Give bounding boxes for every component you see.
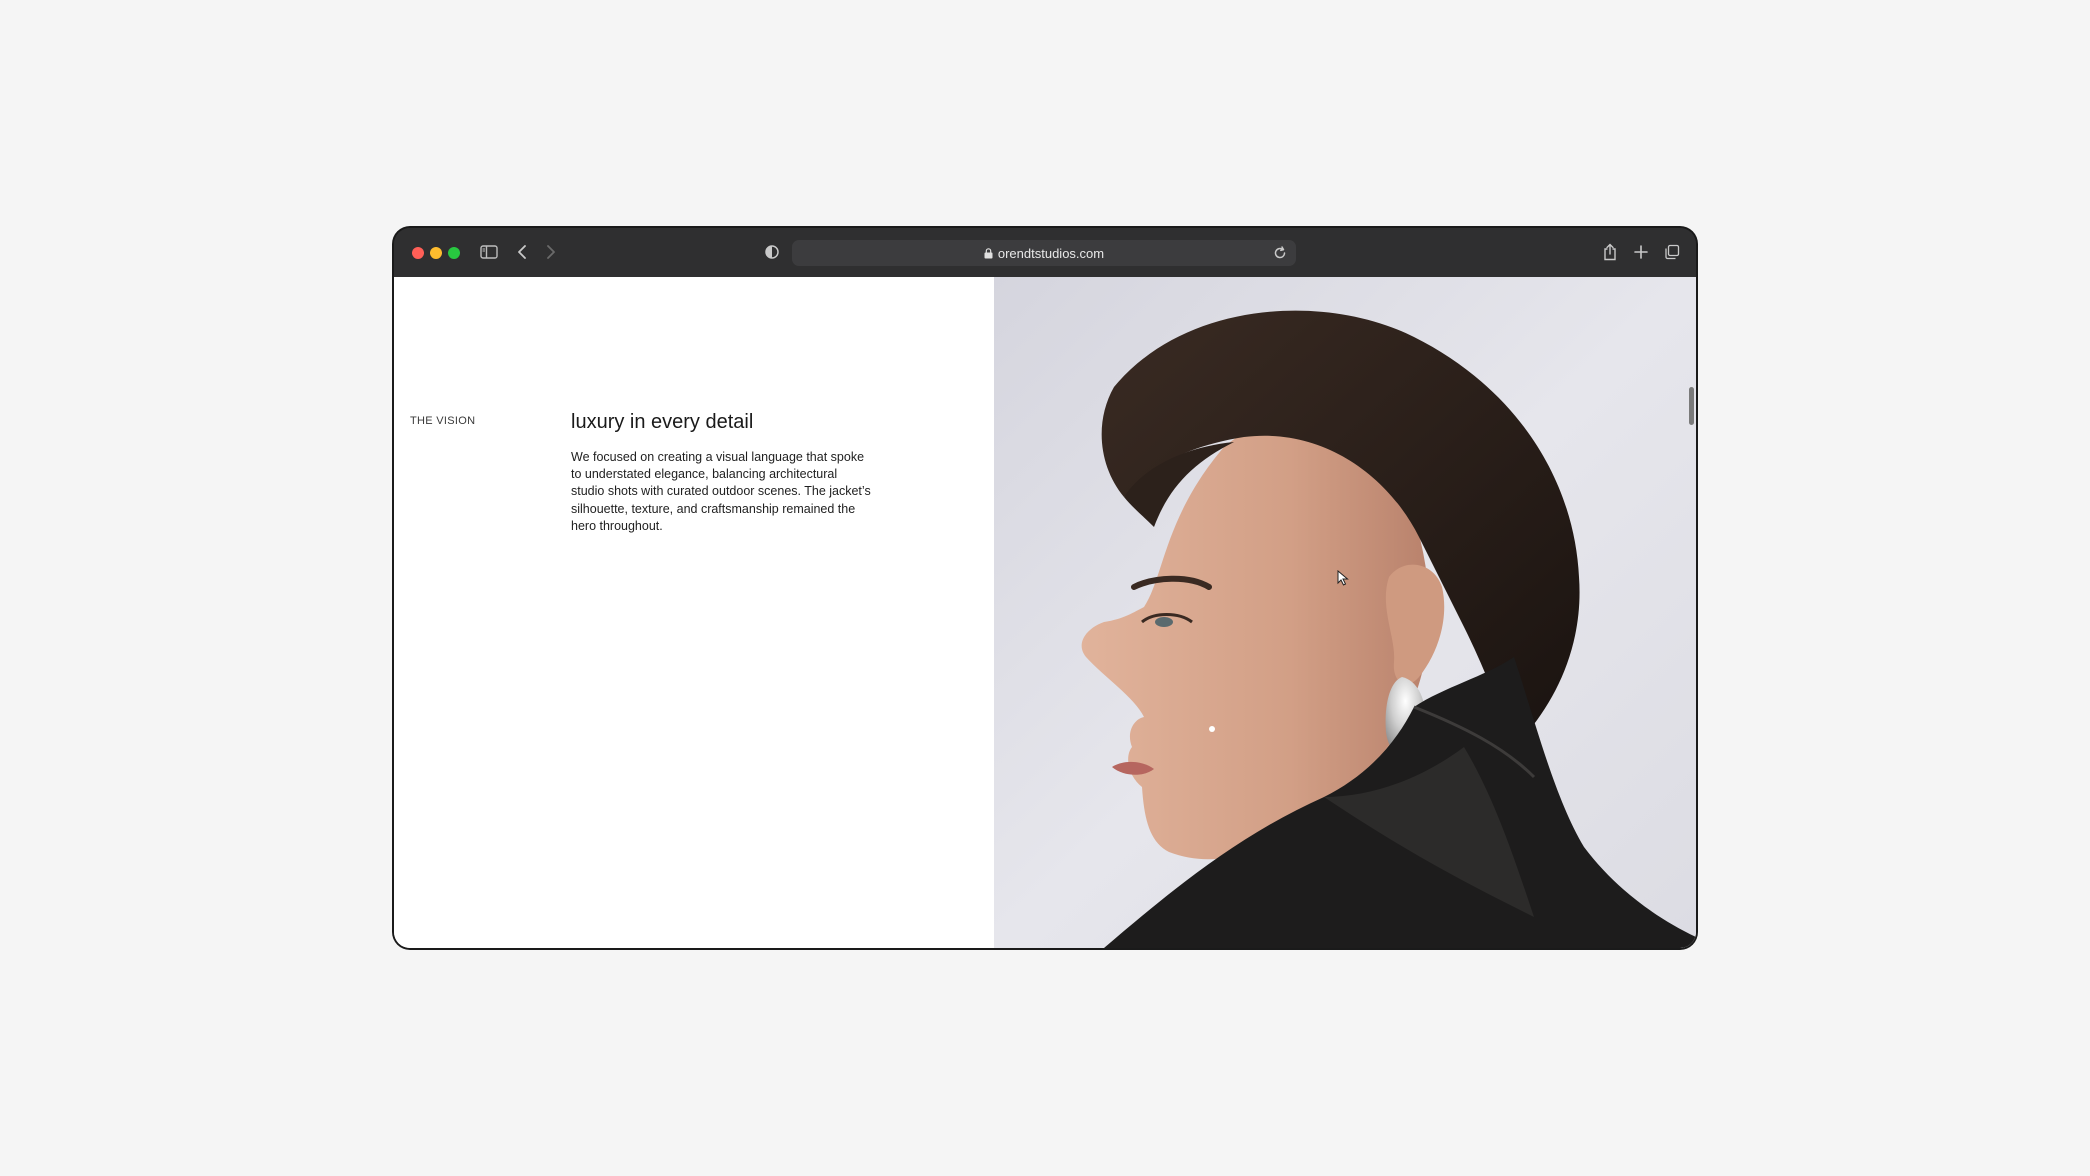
mouse-pointer-icon (1337, 570, 1349, 586)
zoom-window-button[interactable] (448, 247, 460, 259)
section-label: THE VISION (410, 415, 476, 427)
carousel-dot[interactable] (1209, 726, 1215, 732)
shield-icon[interactable] (761, 241, 783, 263)
portrait-photo (994, 277, 1696, 948)
scrollbar[interactable] (1689, 387, 1694, 425)
share-icon[interactable] (1599, 241, 1621, 263)
page-viewport: THE VISION luxury in every detail We foc… (394, 277, 1696, 948)
page-headline: luxury in every detail (571, 411, 754, 433)
forward-icon[interactable] (540, 241, 562, 263)
url-text: orendtstudios.com (997, 245, 1105, 261)
new-tab-icon[interactable] (1630, 241, 1652, 263)
minimize-window-button[interactable] (430, 247, 442, 259)
tabs-overview-icon[interactable] (1661, 241, 1683, 263)
body-paragraph: We focused on creating a visual language… (571, 450, 871, 533)
back-icon[interactable] (511, 241, 533, 263)
browser-window: orendtstudios.com THE VISION luxury in e… (394, 228, 1696, 948)
browser-toolbar: orendtstudios.com (394, 228, 1696, 277)
address-bar[interactable]: orendtstudios.com (792, 240, 1296, 266)
close-window-button[interactable] (412, 247, 424, 259)
lock-icon (984, 247, 993, 258)
url-display[interactable]: orendtstudios.com (792, 240, 1296, 266)
text-panel: THE VISION luxury in every detail We foc… (394, 277, 994, 948)
reload-icon[interactable] (1272, 245, 1288, 261)
sidebar-icon[interactable] (478, 241, 500, 263)
